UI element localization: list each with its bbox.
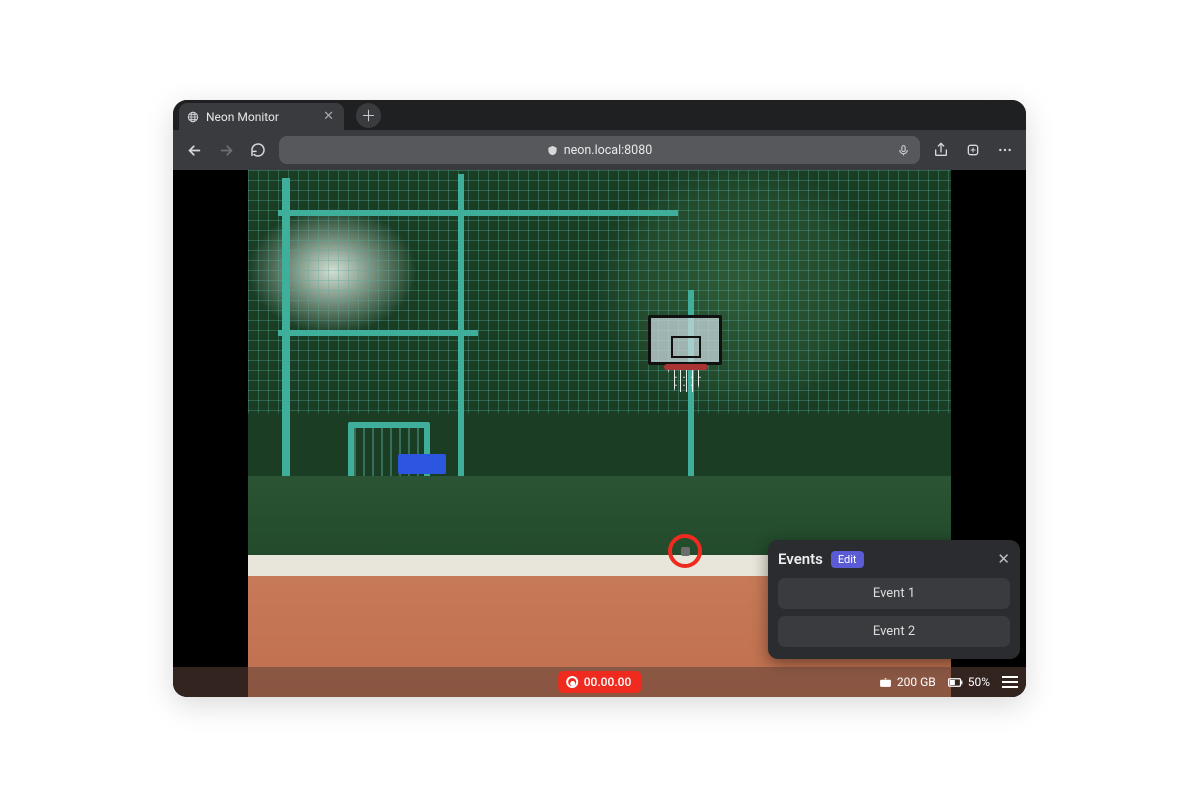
detection-marker [668,534,702,568]
close-tab-button[interactable]: ✕ [323,110,334,123]
event-button-1[interactable]: Event 1 [778,578,1010,609]
tab-strip: Neon Monitor ✕ ＋ [173,100,1026,130]
page-content: Events Edit ✕ Event 1 Event 2 00.00.00 2… [173,170,1026,697]
storage-status: 200 GB [879,675,936,689]
events-panel: Events Edit ✕ Event 1 Event 2 [768,540,1020,659]
battery-icon [948,677,963,688]
forward-button[interactable] [215,139,237,161]
record-button[interactable]: 00.00.00 [558,671,642,693]
more-button[interactable] [994,139,1016,161]
reload-button[interactable] [247,139,269,161]
menu-button[interactable] [1002,676,1018,688]
tab-title: Neon Monitor [206,110,279,124]
record-icon [566,676,578,688]
edit-events-button[interactable]: Edit [831,551,864,568]
browser-window: Neon Monitor ✕ ＋ neon.local:8080 [173,100,1026,697]
url-text: neon.local:8080 [564,143,653,158]
events-title: Events [778,550,823,568]
browser-toolbar: neon.local:8080 [173,130,1026,170]
storage-text: 200 GB [897,675,936,689]
copy-button[interactable] [962,139,984,161]
basketball-backboard [648,315,722,365]
back-button[interactable] [183,139,205,161]
lock-icon [547,145,558,156]
globe-icon [187,111,199,123]
new-tab-button[interactable]: ＋ [356,103,381,128]
storage-icon [879,676,892,689]
status-bar: 00.00.00 200 GB 50% [173,667,1026,697]
close-panel-button[interactable]: ✕ [997,550,1010,568]
battery-status: 50% [948,675,990,689]
url-bar[interactable]: neon.local:8080 [279,136,920,164]
battery-text: 50% [968,675,990,689]
event-button-2[interactable]: Event 2 [778,616,1010,647]
share-button[interactable] [930,139,952,161]
record-timecode: 00.00.00 [584,675,632,689]
tab-neon-monitor[interactable]: Neon Monitor ✕ [179,103,344,130]
mic-icon[interactable] [897,144,910,157]
